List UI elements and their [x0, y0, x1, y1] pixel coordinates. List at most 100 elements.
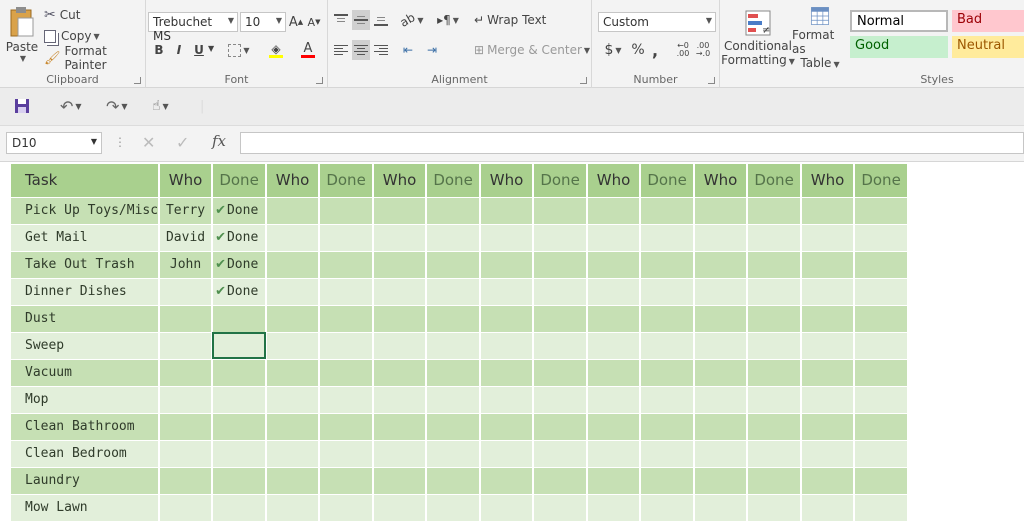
who-cell[interactable]: [801, 494, 856, 522]
decrease-font-size-button[interactable]: A ▼: [306, 12, 322, 32]
font-launcher-icon[interactable]: [316, 77, 323, 84]
comma-style-button[interactable]: ,: [648, 40, 662, 60]
who-cell[interactable]: [159, 386, 214, 414]
more-options-icon[interactable]: ⋮: [114, 135, 126, 149]
who-cell[interactable]: [694, 197, 749, 225]
style-neutral[interactable]: Neutral: [952, 36, 1024, 58]
format-painter-button[interactable]: 🖌 Format Painter: [44, 44, 145, 72]
done-cell[interactable]: ✔Done: [212, 251, 268, 279]
done-cell[interactable]: [854, 305, 910, 333]
middle-align-button[interactable]: [352, 10, 370, 30]
done-cell[interactable]: [747, 278, 803, 306]
who-cell[interactable]: [801, 359, 856, 387]
who-cell[interactable]: [480, 467, 535, 495]
done-cell[interactable]: [533, 278, 589, 306]
increase-decimal-button[interactable]: ←0.00: [674, 40, 692, 60]
number-format-select[interactable]: Custom ▼: [598, 12, 716, 32]
who-cell[interactable]: [480, 332, 535, 360]
column-header-who[interactable]: Who: [159, 164, 214, 198]
done-cell[interactable]: [854, 197, 910, 225]
done-cell[interactable]: [854, 251, 910, 279]
number-launcher-icon[interactable]: [708, 77, 715, 84]
column-header-done[interactable]: Done: [533, 164, 589, 198]
who-cell[interactable]: [266, 359, 321, 387]
who-cell[interactable]: [373, 494, 428, 522]
done-cell[interactable]: [319, 332, 375, 360]
align-right-button[interactable]: [372, 40, 390, 60]
done-cell[interactable]: [319, 413, 375, 441]
who-cell[interactable]: [266, 494, 321, 522]
done-cell[interactable]: [747, 440, 803, 468]
percent-button[interactable]: %: [630, 40, 646, 60]
done-cell[interactable]: [426, 332, 482, 360]
done-cell[interactable]: [747, 332, 803, 360]
done-cell[interactable]: [747, 467, 803, 495]
done-cell[interactable]: [319, 440, 375, 468]
who-cell[interactable]: [694, 332, 749, 360]
who-cell[interactable]: [373, 305, 428, 333]
who-cell[interactable]: [801, 305, 856, 333]
who-cell[interactable]: Terry: [159, 197, 214, 225]
borders-button[interactable]: ▼: [224, 40, 254, 60]
who-cell[interactable]: [587, 359, 642, 387]
column-header-done[interactable]: Done: [747, 164, 803, 198]
done-cell[interactable]: [426, 413, 482, 441]
done-cell[interactable]: [533, 224, 589, 252]
increase-indent-button[interactable]: ⇥: [422, 40, 442, 60]
column-header-task[interactable]: Task: [11, 164, 161, 198]
who-cell[interactable]: [373, 278, 428, 306]
who-cell[interactable]: [694, 251, 749, 279]
done-cell[interactable]: [854, 413, 910, 441]
done-cell[interactable]: [533, 251, 589, 279]
done-cell[interactable]: [854, 359, 910, 387]
who-cell[interactable]: [159, 359, 214, 387]
who-cell[interactable]: [373, 467, 428, 495]
who-cell[interactable]: [480, 305, 535, 333]
bold-button[interactable]: B: [150, 40, 168, 60]
done-cell[interactable]: [212, 305, 268, 333]
formula-input[interactable]: [240, 132, 1024, 154]
done-cell[interactable]: [319, 251, 375, 279]
done-cell[interactable]: [747, 224, 803, 252]
orientation-button[interactable]: ab ▼: [398, 10, 426, 30]
who-cell[interactable]: [801, 386, 856, 414]
who-cell[interactable]: [480, 494, 535, 522]
done-cell[interactable]: ✔Done: [212, 278, 268, 306]
done-cell[interactable]: [640, 305, 696, 333]
who-cell[interactable]: [587, 413, 642, 441]
align-left-button[interactable]: [332, 40, 350, 60]
done-cell[interactable]: [533, 305, 589, 333]
task-cell[interactable]: Mop: [11, 386, 161, 414]
done-cell[interactable]: [426, 224, 482, 252]
who-cell[interactable]: [801, 467, 856, 495]
column-header-done[interactable]: Done: [854, 164, 910, 198]
done-cell[interactable]: [640, 494, 696, 522]
style-normal[interactable]: Normal: [850, 10, 948, 32]
done-cell[interactable]: [212, 440, 268, 468]
who-cell[interactable]: [480, 224, 535, 252]
who-cell[interactable]: [587, 224, 642, 252]
done-cell[interactable]: [319, 386, 375, 414]
done-cell[interactable]: [533, 494, 589, 522]
done-cell[interactable]: [640, 359, 696, 387]
clipboard-launcher-icon[interactable]: [134, 77, 141, 84]
done-cell[interactable]: [533, 386, 589, 414]
who-cell[interactable]: [587, 467, 642, 495]
done-cell[interactable]: [319, 278, 375, 306]
who-cell[interactable]: [801, 278, 856, 306]
who-cell[interactable]: [587, 305, 642, 333]
who-cell[interactable]: [480, 440, 535, 468]
done-cell[interactable]: [854, 278, 910, 306]
style-good[interactable]: Good: [850, 36, 948, 58]
who-cell[interactable]: [694, 278, 749, 306]
copy-button[interactable]: Copy ▼: [44, 27, 100, 45]
done-cell[interactable]: [426, 197, 482, 225]
copy-dropdown-icon[interactable]: ▼: [93, 32, 99, 41]
done-cell[interactable]: [747, 197, 803, 225]
who-cell[interactable]: [159, 278, 214, 306]
done-cell[interactable]: [212, 467, 268, 495]
who-cell[interactable]: [373, 224, 428, 252]
paste-dropdown-icon[interactable]: ▼: [20, 54, 26, 63]
who-cell[interactable]: [587, 278, 642, 306]
italic-button[interactable]: I: [170, 40, 188, 60]
